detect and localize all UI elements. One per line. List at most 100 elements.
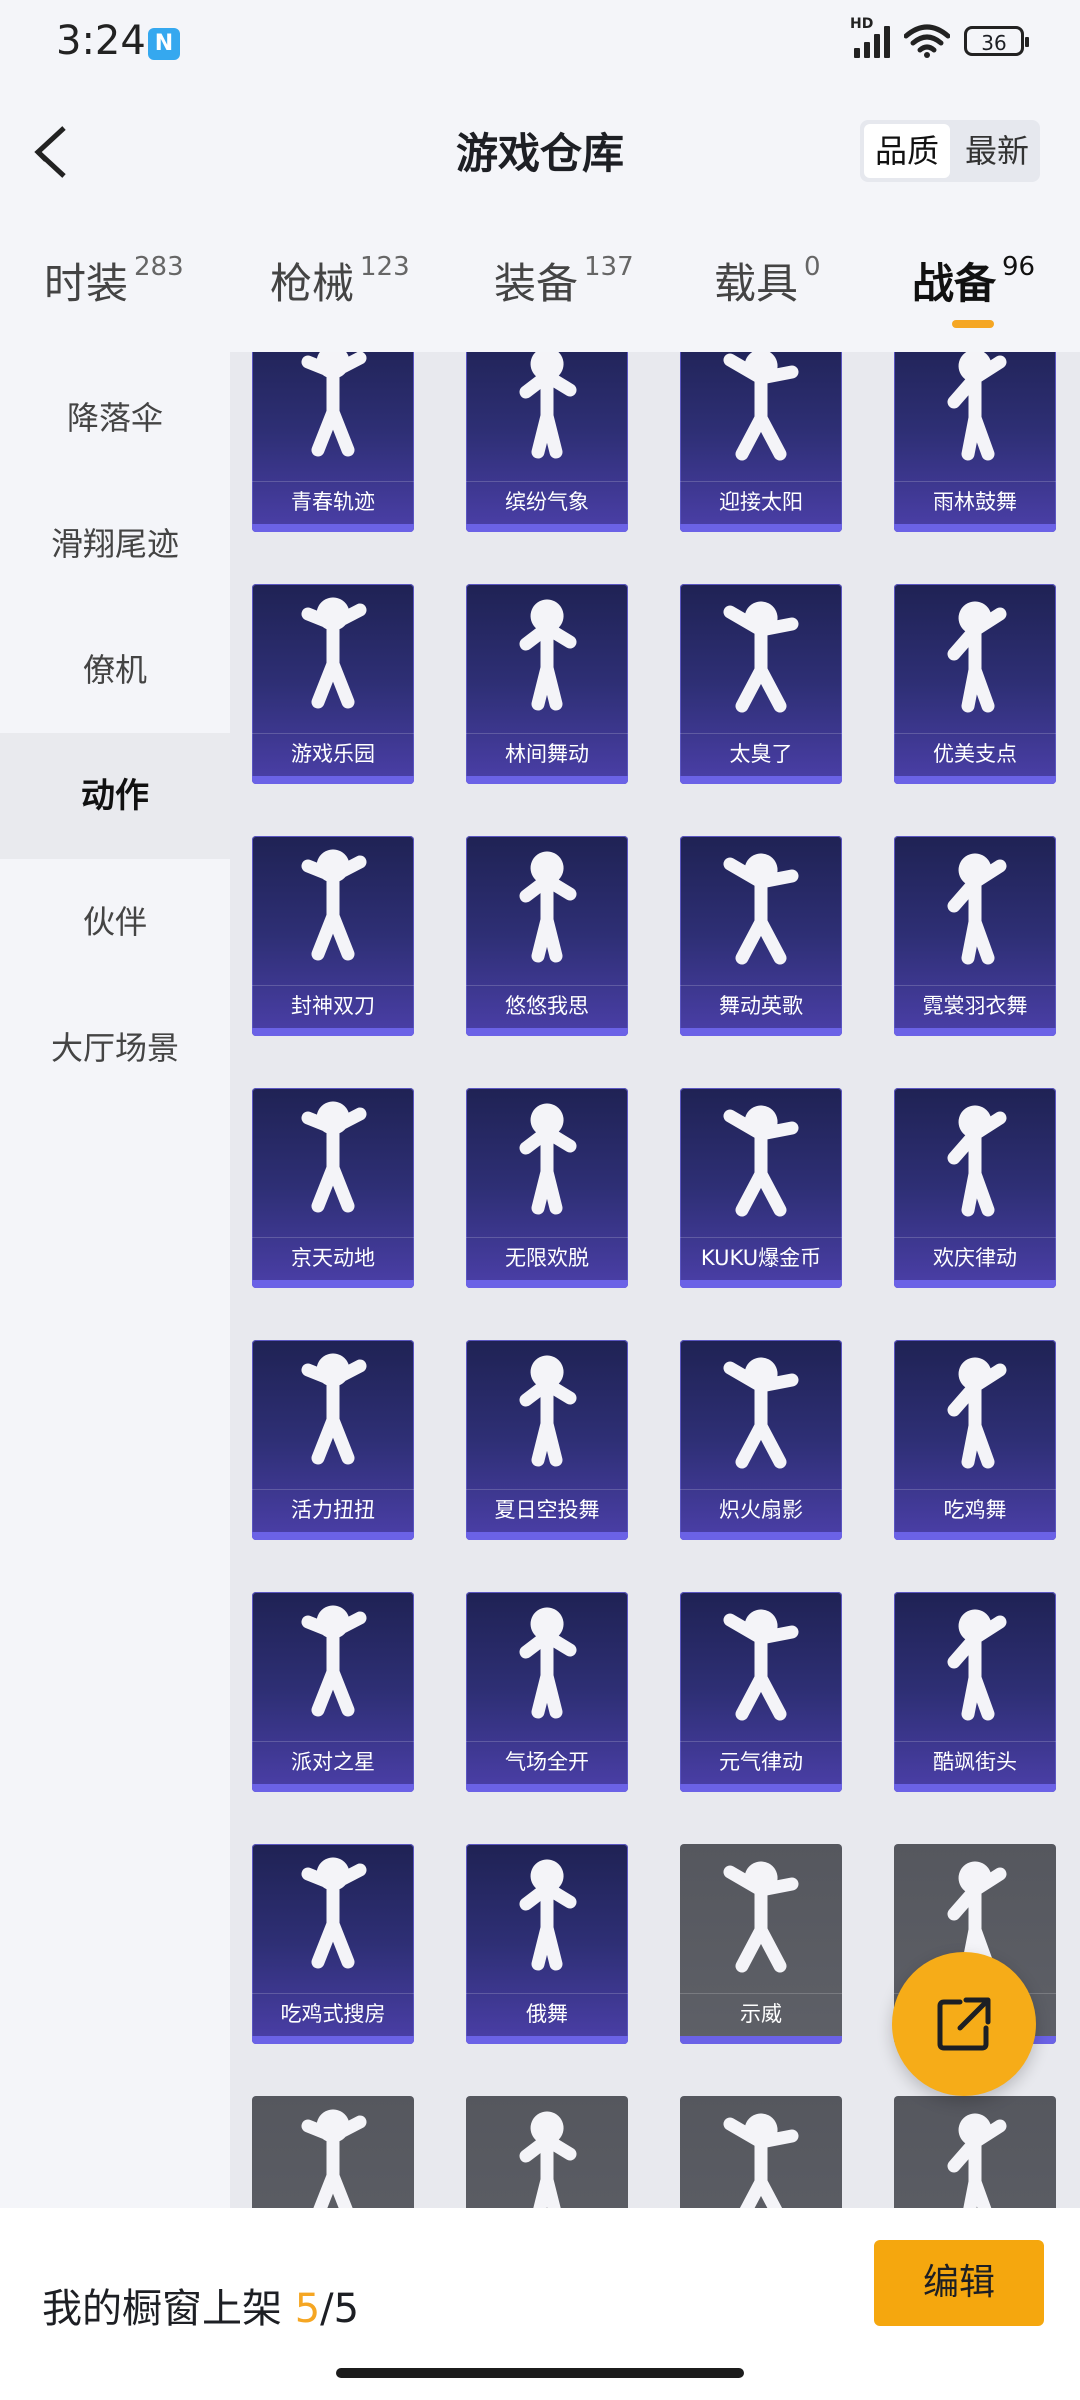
- dance-figure-icon: [723, 853, 799, 965]
- item-card[interactable]: 吃鸡式搜房: [252, 1844, 414, 2044]
- item-card[interactable]: 缤纷气象: [466, 352, 628, 532]
- item-card[interactable]: [680, 2096, 842, 2208]
- active-tab-indicator: [952, 320, 994, 328]
- item-name: 示威: [680, 1993, 842, 2034]
- item-card[interactable]: 优美支点: [894, 584, 1056, 784]
- item-card-bar: [680, 524, 842, 532]
- item-card[interactable]: 无限欢脱: [466, 1088, 628, 1288]
- item-name: 夏日空投舞: [466, 1489, 628, 1530]
- item-card-bar: [252, 524, 414, 532]
- item-card[interactable]: KUKU爆金币: [680, 1088, 842, 1288]
- dance-figure-icon: [301, 352, 367, 457]
- item-card[interactable]: 炽火扇影: [680, 1340, 842, 1540]
- dance-figure-icon: [301, 2109, 367, 2208]
- sort-option-latest[interactable]: 最新: [954, 120, 1040, 182]
- item-name: 吃鸡式搜房: [252, 1993, 414, 2034]
- item-card[interactable]: 青春轨迹: [252, 352, 414, 532]
- sidebar-item-lobby-scene[interactable]: 大厅场景: [0, 985, 230, 1111]
- category-tabs: 时装 283 枪械 123 装备 137 载具 0 战备 96: [0, 250, 1080, 340]
- network-type: HD: [850, 16, 874, 32]
- home-indicator: [336, 2368, 744, 2378]
- sidebar-item-parachute[interactable]: 降落伞: [0, 355, 230, 481]
- item-card[interactable]: 元气律动: [680, 1592, 842, 1792]
- item-card[interactable]: [466, 2096, 628, 2208]
- item-card-bar: [680, 1280, 842, 1288]
- item-card[interactable]: 林间舞动: [466, 584, 628, 784]
- item-name: 林间舞动: [466, 733, 628, 774]
- item-name: 派对之星: [252, 1741, 414, 1782]
- item-card-bar: [466, 776, 628, 784]
- showcase-status: 我的橱窗上架 5/5: [42, 2276, 359, 2334]
- item-card[interactable]: 气场全开: [466, 1592, 628, 1792]
- item-card[interactable]: 欢庆律动: [894, 1088, 1056, 1288]
- tab-label: 时装: [44, 259, 129, 308]
- item-card[interactable]: 舞动英歌: [680, 836, 842, 1036]
- item-card[interactable]: [894, 2096, 1056, 2208]
- dance-figure-icon: [947, 1357, 1007, 1469]
- dance-figure-icon: [301, 597, 367, 709]
- tab-equipment[interactable]: 装备 137: [494, 250, 634, 311]
- item-card[interactable]: 酷飒街头: [894, 1592, 1056, 1792]
- item-card[interactable]: 太臭了: [680, 584, 842, 784]
- sidebar: 降落伞 滑翔尾迹 僚机 动作 伙伴 大厅场景: [0, 355, 230, 1111]
- item-card[interactable]: 派对之星: [252, 1592, 414, 1792]
- item-name: 霓裳羽衣舞: [894, 985, 1056, 1026]
- dance-figure-icon: [947, 853, 1007, 965]
- dance-figure-icon: [301, 1605, 367, 1717]
- item-name: 优美支点: [894, 733, 1056, 774]
- tab-count: 0: [804, 252, 821, 282]
- sidebar-item-glide-trail[interactable]: 滑翔尾迹: [0, 481, 230, 607]
- item-card[interactable]: 夏日空投舞: [466, 1340, 628, 1540]
- sidebar-item-wingman[interactable]: 僚机: [0, 607, 230, 733]
- tab-firearms[interactable]: 枪械 123: [270, 250, 410, 311]
- dance-figure-icon: [519, 851, 577, 963]
- item-card[interactable]: 示威: [680, 1844, 842, 2044]
- item-name: 青春轨迹: [252, 481, 414, 522]
- item-card[interactable]: 京天动地: [252, 1088, 414, 1288]
- item-card[interactable]: 迎接太阳: [680, 352, 842, 532]
- dance-figure-icon: [519, 1103, 577, 1215]
- sidebar-item-emotes[interactable]: 动作: [0, 733, 230, 859]
- item-card[interactable]: 封神双刀: [252, 836, 414, 1036]
- showcase-separator: /: [320, 2286, 334, 2332]
- showcase-bar: 我的橱窗上架 5/5 编辑: [0, 2208, 1080, 2400]
- item-card-bar: [680, 1784, 842, 1792]
- item-card[interactable]: 俄舞: [466, 1844, 628, 2044]
- tab-label: 战备: [912, 259, 997, 308]
- tab-vehicles[interactable]: 载具 0: [714, 250, 821, 311]
- dance-figure-icon: [947, 352, 1007, 461]
- item-name: 酷飒街头: [894, 1741, 1056, 1782]
- item-grid-area: 青春轨迹 缤纷气象 迎接太阳 雨林鼓舞游戏乐园 林间舞动 太臭了 优美支点封神双刀 悠悠我思 舞…: [230, 352, 1080, 2208]
- tab-combat-supplies[interactable]: 战备 96: [912, 250, 1035, 311]
- share-button[interactable]: [892, 1952, 1036, 2096]
- dance-figure-icon: [519, 2111, 577, 2208]
- item-name: 炽火扇影: [680, 1489, 842, 1530]
- item-card[interactable]: 悠悠我思: [466, 836, 628, 1036]
- item-card[interactable]: [252, 2096, 414, 2208]
- tab-count: 283: [134, 252, 184, 282]
- item-name: 雨林鼓舞: [894, 481, 1056, 522]
- item-card-bar: [680, 2036, 842, 2044]
- tab-fashion[interactable]: 时装 283: [44, 250, 184, 311]
- item-name: 气场全开: [466, 1741, 628, 1782]
- dance-figure-icon: [301, 1857, 367, 1969]
- dance-figure-icon: [301, 849, 367, 961]
- item-card[interactable]: 吃鸡舞: [894, 1340, 1056, 1540]
- sort-option-quality[interactable]: 品质: [864, 124, 950, 178]
- item-card[interactable]: 活力扭扭: [252, 1340, 414, 1540]
- showcase-current-count: 5: [294, 2286, 321, 2332]
- item-card-bar: [466, 2036, 628, 2044]
- dance-figure-icon: [723, 1105, 799, 1217]
- tab-label: 载具: [714, 259, 799, 308]
- dance-figure-icon: [723, 352, 799, 461]
- dance-figure-icon: [519, 1355, 577, 1467]
- status-time: 3:24: [56, 18, 146, 64]
- item-card-bar: [466, 1532, 628, 1540]
- item-name: 舞动英歌: [680, 985, 842, 1026]
- edit-button[interactable]: 编辑: [874, 2240, 1044, 2326]
- item-grid: 青春轨迹 缤纷气象 迎接太阳 雨林鼓舞游戏乐园 林间舞动 太臭了 优美支点封神双刀 悠悠我思 舞…: [252, 352, 1080, 2208]
- item-card[interactable]: 雨林鼓舞: [894, 352, 1056, 532]
- sidebar-item-companion[interactable]: 伙伴: [0, 859, 230, 985]
- item-card[interactable]: 游戏乐园: [252, 584, 414, 784]
- item-card[interactable]: 霓裳羽衣舞: [894, 836, 1056, 1036]
